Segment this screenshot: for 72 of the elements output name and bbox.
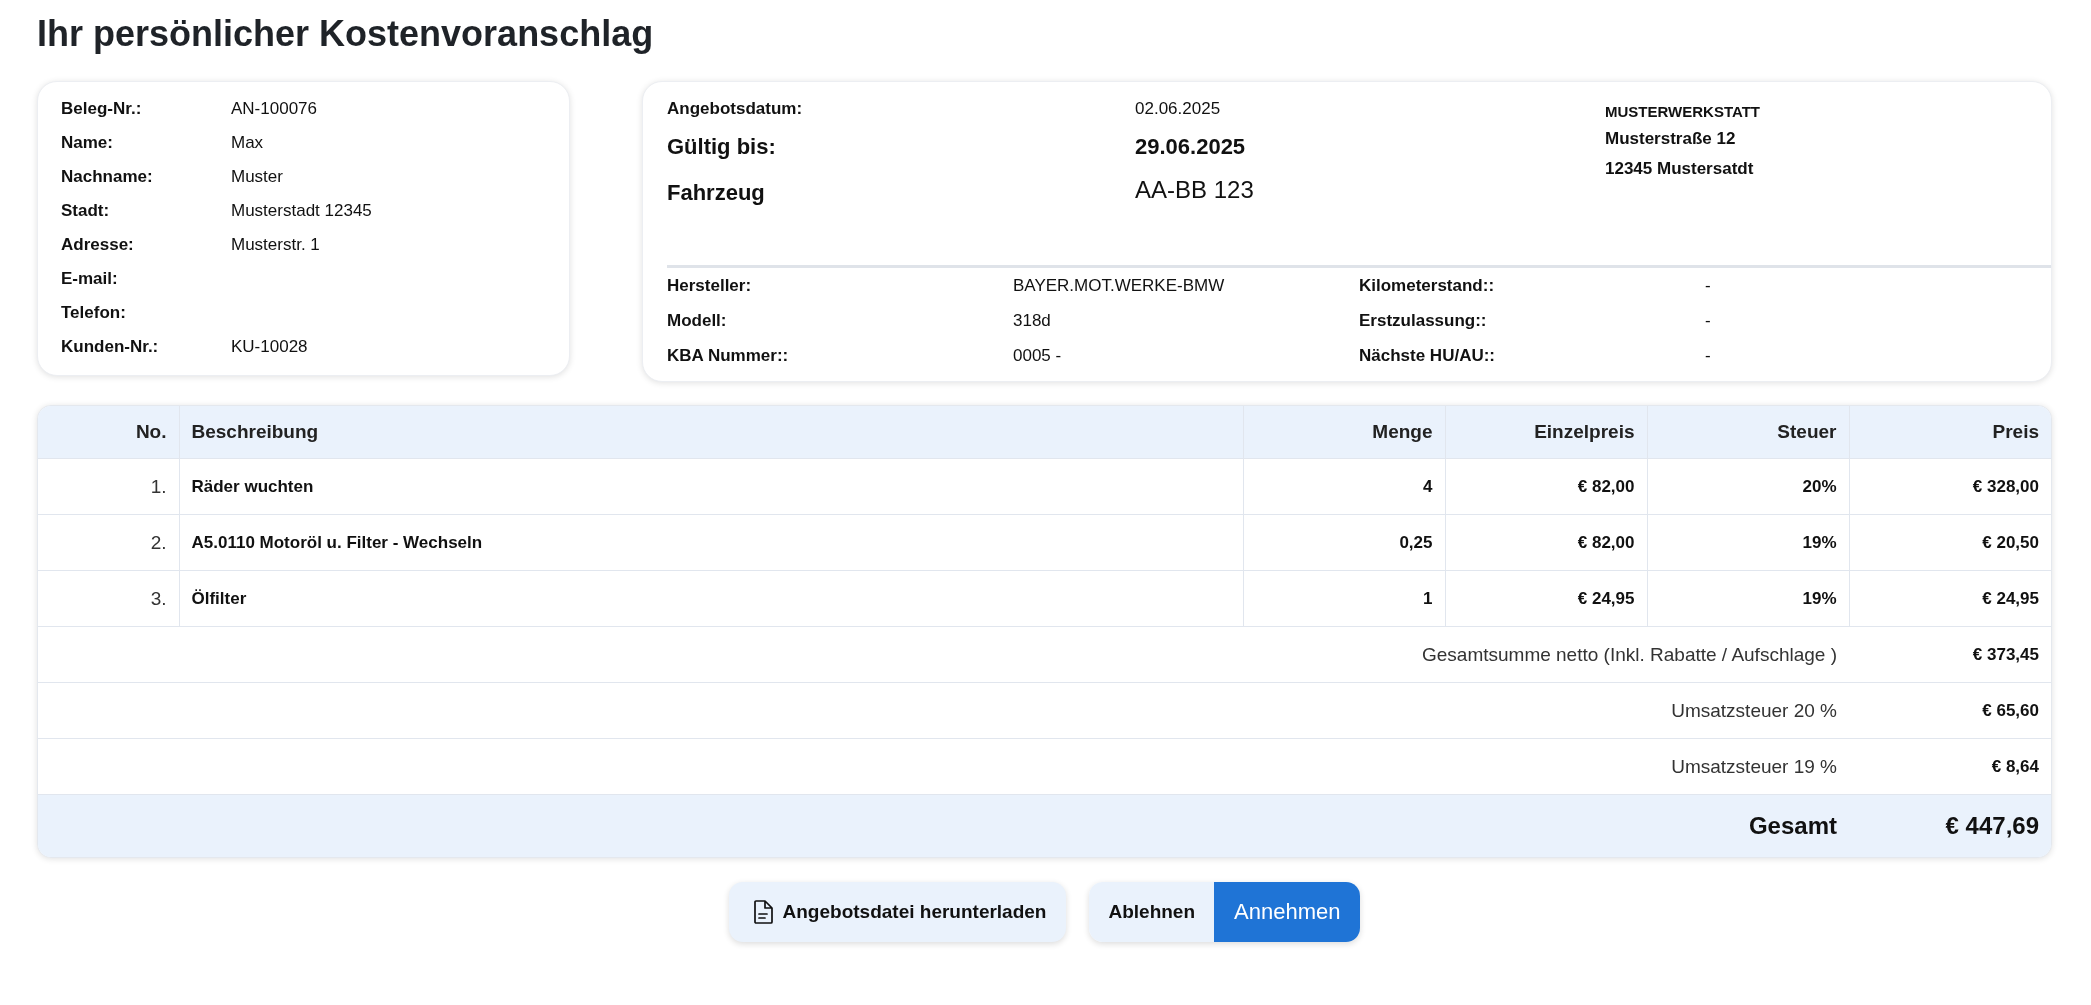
vehicle-value: -: [1705, 345, 1711, 366]
total-label: Gesamt: [38, 794, 1849, 857]
summary-label: Umsatzsteuer 19 %: [38, 738, 1849, 795]
item-quantity: 0,25: [1243, 514, 1445, 571]
field-label: Stadt:: [61, 201, 111, 221]
offer-value: 29.06.2025: [1135, 134, 1246, 160]
vehicle-value: 318d: [1013, 310, 1051, 331]
column-header: No.: [38, 406, 179, 459]
vehicle-label: Hersteller:: [667, 275, 752, 296]
item-unit-price: € 82,00: [1445, 458, 1647, 515]
item-unit-price: € 24,95: [1445, 570, 1647, 627]
item-number: 2.: [38, 514, 179, 571]
field-value: AN-100076: [231, 99, 317, 119]
workshop-name: MUSTERWERKSTATT: [1605, 102, 1761, 122]
summary-label: Umsatzsteuer 20 %: [38, 682, 1849, 739]
vehicle-value: 0005 -: [1013, 345, 1062, 366]
item-description: Räder wuchten: [179, 458, 1243, 515]
reject-button[interactable]: Ablehnen: [1089, 882, 1215, 942]
column-header: Preis: [1849, 406, 2051, 459]
item-price: € 24,95: [1849, 570, 2051, 627]
vehicle-label: KBA Nummer::: [667, 345, 789, 366]
offer-label: Angebotsdatum:: [667, 99, 803, 119]
total-value: € 447,69: [1849, 794, 2051, 857]
field-value: Musterstr. 1: [231, 235, 320, 255]
vehicle-value: -: [1705, 310, 1711, 331]
accept-button[interactable]: Annehmen: [1214, 882, 1361, 942]
download-button[interactable]: Angebotsdatei herunterladen: [728, 882, 1067, 942]
offer-label: Fahrzeug: [667, 180, 765, 206]
field-value: Musterstadt 12345: [231, 201, 372, 221]
field-label: Name:: [61, 133, 114, 153]
item-price: € 20,50: [1849, 514, 2051, 571]
summary-value: € 373,45: [1849, 626, 2051, 683]
item-number: 1.: [38, 458, 179, 515]
field-label: Kunden-Nr.:: [61, 337, 160, 357]
workshop-address: Musterstraße 12: [1605, 128, 1737, 150]
column-header: Menge: [1243, 406, 1445, 459]
item-tax: 19%: [1647, 570, 1849, 627]
page-title: Ihr persönlicher Kostenvoranschlag: [37, 13, 655, 54]
column-header: Steuer: [1647, 406, 1849, 459]
field-label: E-mail:: [61, 269, 119, 289]
summary-label: Gesamtsumme netto (Inkl. Rabatte / Aufschlage ): [38, 626, 1849, 683]
item-price: € 328,00: [1849, 458, 2051, 515]
item-tax: 20%: [1647, 458, 1849, 515]
field-label: Adresse:: [61, 235, 135, 255]
workshop-address: 12345 Mustersatdt: [1605, 158, 1755, 180]
field-label: Telefon:: [61, 303, 127, 323]
item-description: Ölfilter: [179, 570, 1243, 627]
summary-value: € 65,60: [1849, 682, 2051, 739]
offer-value: AA-BB 123: [1135, 176, 1254, 204]
vehicle-label: Erstzulassung::: [1359, 310, 1487, 331]
item-number: 3.: [38, 570, 179, 627]
document-icon: [752, 900, 773, 924]
field-label: Nachname:: [61, 167, 154, 187]
vehicle-label: Modell:: [667, 310, 727, 331]
item-quantity: 1: [1243, 570, 1445, 627]
column-header: Einzelpreis: [1445, 406, 1647, 459]
summary-value: € 8,64: [1849, 738, 2051, 795]
vehicle-label: Kilometerstand::: [1359, 275, 1495, 296]
vehicle-label: Nächste HU/AU::: [1359, 345, 1496, 366]
vehicle-value: -: [1705, 275, 1711, 296]
offer-label: Gültig bis:: [667, 134, 776, 160]
field-value: KU-10028: [231, 337, 308, 357]
item-tax: 19%: [1647, 514, 1849, 571]
item-unit-price: € 82,00: [1445, 514, 1647, 571]
field-value: Max: [231, 133, 264, 153]
field-value: Muster: [231, 167, 283, 187]
vehicle-value: BAYER.MOT.WERKE-BMW: [1013, 275, 1225, 296]
offer-value: 02.06.2025: [1135, 99, 1221, 119]
item-quantity: 4: [1243, 458, 1445, 515]
field-label: Beleg-Nr.:: [61, 99, 143, 119]
column-header: Beschreibung: [179, 406, 1243, 459]
item-description: A5.0110 Motoröl u. Filter - Wechseln: [179, 514, 1243, 571]
